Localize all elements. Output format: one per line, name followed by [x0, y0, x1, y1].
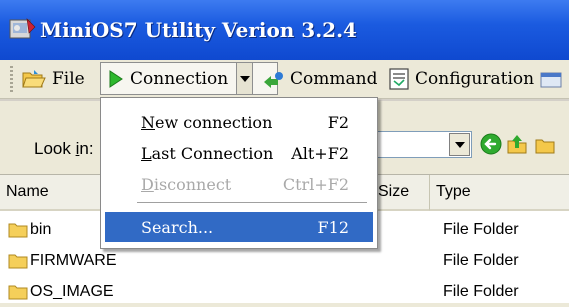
- configuration-icon: [389, 68, 409, 90]
- minios7-app-icon: [9, 18, 36, 39]
- connection-button[interactable]: Connection: [108, 64, 228, 94]
- list-item[interactable]: FIRMWARE File Folder: [0, 246, 569, 276]
- column-header-name-label: Name: [6, 183, 49, 200]
- command-label: Command: [290, 69, 378, 89]
- item-name: FIRMWARE: [30, 252, 117, 269]
- menu-label: ew connection: [155, 113, 273, 132]
- menu-item-disconnect: Disconnect Ctrl+F2: [105, 169, 373, 199]
- menu-shortcut: F2: [327, 113, 349, 132]
- item-name: bin: [30, 221, 52, 238]
- column-header-size[interactable]: Size: [372, 175, 430, 211]
- new-folder-icon[interactable]: [534, 133, 556, 155]
- connection-menu: New connection F2 Last Connection Alt+F2…: [100, 97, 378, 249]
- chevron-down-icon: [454, 141, 465, 148]
- menu-accel: L: [141, 144, 152, 163]
- file-label: File: [52, 69, 85, 89]
- connection-dropdown-arrow[interactable]: [236, 62, 253, 95]
- folder-icon: [8, 285, 28, 300]
- configuration-label: Configuration: [415, 69, 535, 89]
- file-button[interactable]: File: [22, 64, 85, 94]
- back-arrow-icon[interactable]: [480, 133, 502, 155]
- toolbar-grip[interactable]: [10, 66, 13, 92]
- folder-icon: [8, 223, 28, 238]
- menu-shortcut: Alt+F2: [291, 144, 349, 163]
- configuration-button[interactable]: Configuration: [389, 64, 534, 94]
- column-header-type[interactable]: Type: [430, 175, 569, 211]
- look-in-label: Look in:: [34, 139, 94, 158]
- up-folder-icon[interactable]: [506, 133, 528, 155]
- item-type: File Folder: [443, 283, 519, 300]
- menu-shortcut: Ctrl+F2: [282, 175, 349, 194]
- menu-separator: [137, 202, 367, 203]
- item-type: File Folder: [443, 221, 519, 238]
- look-in-dropdown-button[interactable]: [449, 133, 470, 156]
- window-title: MiniOS7 Utility Verion 3.2.4: [40, 18, 357, 42]
- title-bar[interactable]: MiniOS7 Utility Verion 3.2.4: [0, 0, 569, 60]
- connection-label: Connection: [130, 69, 229, 89]
- menu-item-new-connection[interactable]: New connection F2: [105, 107, 373, 137]
- folder-open-icon: [22, 70, 46, 88]
- folder-icon: [8, 254, 28, 269]
- menu-shortcut: F12: [317, 218, 349, 237]
- item-type: File Folder: [443, 252, 519, 269]
- command-arrow-icon: [264, 72, 283, 88]
- overflow-icon[interactable]: [540, 72, 562, 88]
- menu-label: Search...: [141, 218, 214, 237]
- menu-item-last-connection[interactable]: Last Connection Alt+F2: [105, 138, 373, 168]
- menu-label: ast Connection: [151, 144, 274, 163]
- green-play-icon: [109, 70, 123, 88]
- column-header-type-label: Type: [436, 183, 471, 200]
- column-header-size-label: Size: [378, 183, 410, 200]
- main-toolbar: File Connection Command Configuration: [0, 60, 569, 99]
- menu-accel: D: [141, 175, 154, 194]
- menu-item-search[interactable]: Search... F12: [105, 212, 373, 242]
- menu-label: isconnect: [153, 175, 232, 194]
- list-item[interactable]: OS_IMAGE File Folder: [0, 277, 569, 307]
- command-button[interactable]: Command: [262, 64, 377, 94]
- menu-accel: N: [141, 113, 155, 132]
- item-name: OS_IMAGE: [30, 283, 114, 300]
- chevron-down-icon: [239, 75, 250, 82]
